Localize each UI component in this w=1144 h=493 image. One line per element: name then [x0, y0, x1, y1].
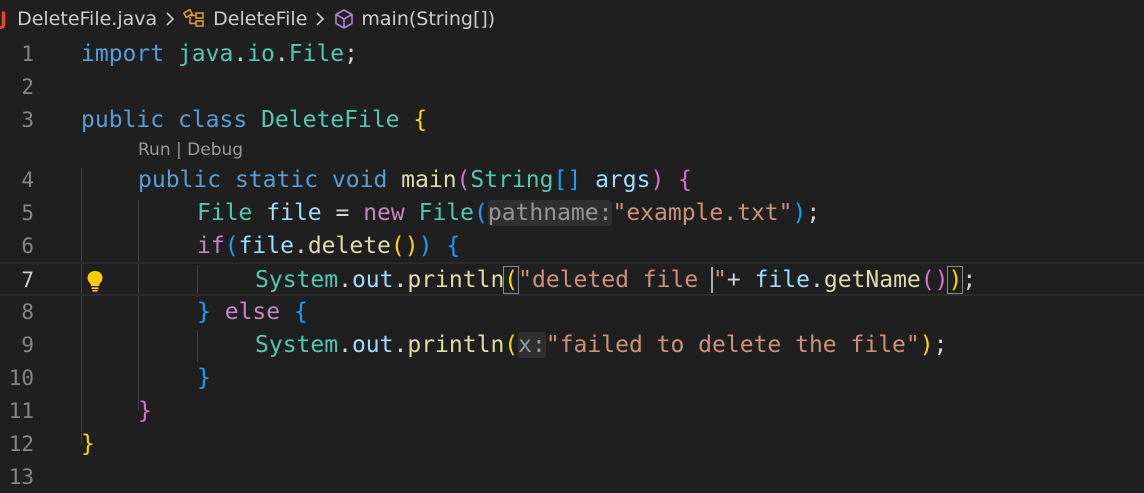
- line-number: 11: [8, 399, 34, 423]
- line-code: } else {: [197, 299, 308, 325]
- line-code: public class DeleteFile {: [81, 107, 428, 133]
- line-number: 9: [21, 333, 34, 357]
- code-line: 10 }: [0, 362, 1144, 394]
- code-editor[interactable]: 1 import java.io.File; 2 3 public class …: [0, 38, 1144, 489]
- line-code: }: [138, 398, 152, 424]
- line-number: 2: [21, 75, 34, 99]
- breadcrumb-method-label: main(String[]): [361, 8, 496, 30]
- method-cube-icon: [333, 8, 355, 30]
- codelens-separator: |: [170, 140, 188, 160]
- code-line: 12 }: [0, 428, 1144, 460]
- code-line: 8 } else {: [0, 296, 1144, 328]
- line-code: import java.io.File;: [81, 41, 359, 67]
- bracket-match: ): [947, 266, 964, 294]
- line-number: 4: [21, 168, 34, 192]
- codelens: Run | Debug: [138, 137, 243, 163]
- line-number: 3: [21, 108, 34, 132]
- code-line: 2: [0, 71, 1144, 103]
- java-file-icon: J: [0, 8, 8, 30]
- chevron-right-icon: [313, 11, 327, 27]
- breadcrumb-class-label: DeleteFile: [213, 8, 308, 30]
- code-line: 1 import java.io.File;: [0, 38, 1144, 70]
- code-line: 6 if(file.delete()) {: [0, 230, 1144, 262]
- line-code: System.out.println(x:"failed to delete t…: [255, 332, 948, 358]
- inlay-hint: x:: [518, 332, 546, 358]
- line-code: }: [197, 365, 211, 391]
- line-code: if(file.delete()) {: [197, 233, 461, 259]
- line-number: 10: [8, 366, 34, 390]
- line-code: }: [81, 431, 95, 457]
- line-number: 6: [21, 234, 34, 258]
- lightbulb-icon[interactable]: [84, 269, 106, 297]
- line-number: 12: [8, 432, 34, 456]
- code-line: 3 public class DeleteFile {: [0, 104, 1144, 136]
- bracket-match: (: [503, 266, 520, 294]
- chevron-right-icon: [163, 11, 177, 27]
- code-line: 5 File file = new File(pathname:"example…: [0, 197, 1144, 229]
- line-code: File file = new File(pathname:"example.t…: [197, 200, 821, 226]
- class-icon: [183, 9, 207, 29]
- line-number: 13: [8, 465, 34, 489]
- breadcrumb-method[interactable]: main(String[]): [333, 8, 495, 30]
- line-number: 8: [21, 300, 34, 324]
- breadcrumb: J DeleteFile.java DeleteFile main(String…: [0, 0, 1144, 38]
- breadcrumb-class[interactable]: DeleteFile: [183, 8, 307, 30]
- code-line: 4 public static void main(String[] args)…: [0, 164, 1144, 196]
- line-code: public static void main(String[] args) {: [138, 167, 693, 193]
- code-line-current: 7 System.out.println("deleted file "+ fi…: [0, 262, 1144, 296]
- line-number: 5: [21, 201, 34, 225]
- breadcrumb-file[interactable]: DeleteFile.java: [17, 8, 157, 30]
- line-number: 7: [21, 268, 34, 292]
- line-code: System.out.println("deleted file "+ file…: [255, 266, 977, 294]
- inlay-hint: pathname:: [487, 200, 613, 226]
- code-line: 11 }: [0, 395, 1144, 427]
- code-line: 9 System.out.println(x:"failed to delete…: [0, 329, 1144, 361]
- code-line: 13: [0, 461, 1144, 493]
- debug-codelens-link[interactable]: Debug: [187, 140, 243, 160]
- line-number: 1: [21, 42, 34, 66]
- run-codelens-link[interactable]: Run: [138, 140, 171, 160]
